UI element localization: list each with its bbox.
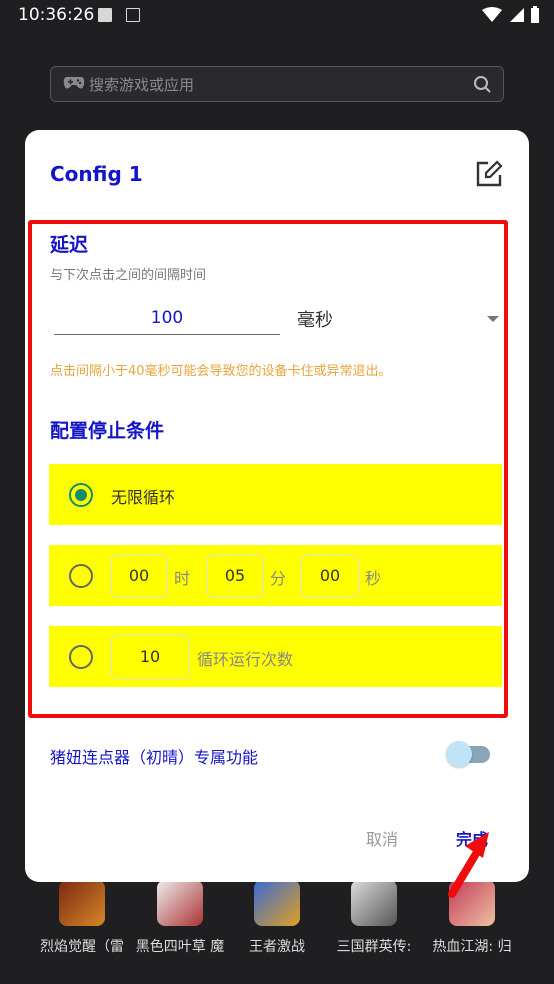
delay-warning: 点击间隔小于40毫秒可能会导致您的设备卡住或异常退出。 (50, 364, 392, 379)
status-icons (482, 6, 540, 24)
app-icon (59, 880, 105, 926)
delay-title: 延迟 (50, 234, 89, 256)
battery-icon (531, 6, 539, 23)
wifi-icon (482, 7, 502, 22)
signal-icon (510, 8, 524, 22)
hours-input[interactable]: 00 (110, 554, 168, 598)
option-infinite-loop[interactable]: 无限循环 (49, 464, 502, 525)
gamepad-icon (63, 77, 85, 89)
search-icon[interactable] (473, 75, 491, 93)
stop-condition-title: 配置停止条件 (50, 420, 165, 442)
dialog-title: Config 1 (50, 162, 143, 186)
option-timer[interactable]: 00 时 05 分 00 秒 (49, 545, 502, 606)
radio-timer[interactable] (69, 564, 93, 588)
status-bar: 10:36:26 (0, 0, 554, 32)
cancel-button[interactable]: 取消 (366, 826, 398, 850)
seconds-unit: 秒 (365, 569, 382, 588)
option-loop-count[interactable]: 10 循环运行次数 (49, 626, 502, 687)
search-bar[interactable]: 搜索游戏或应用 (50, 66, 504, 102)
status-time: 10:36:26 (18, 5, 95, 25)
edit-icon[interactable] (475, 160, 503, 188)
notification-icon (98, 8, 112, 22)
dropdown-arrow-icon[interactable] (487, 316, 499, 322)
delay-subtitle: 与下次点击之间的间隔时间 (50, 268, 207, 283)
config-dialog: Config 1 延迟 与下次点击之间的间隔时间 100 毫秒 点击间隔小于40… (25, 130, 529, 882)
seconds-input[interactable]: 00 (301, 554, 359, 598)
app-item[interactable]: 王者激战 (222, 880, 332, 956)
radio-count[interactable] (69, 645, 93, 669)
radio-infinite[interactable] (69, 483, 93, 507)
app-notification-icon (126, 8, 140, 22)
loop-count-input[interactable]: 10 (110, 635, 190, 679)
minutes-unit: 分 (270, 569, 287, 588)
app-name: 王者激战 (249, 939, 305, 955)
app-name: 三国群英传: (336, 939, 412, 955)
hours-unit: 时 (174, 569, 191, 588)
exclusive-feature-label: 猪妞连点器（初晴）专属功能 (50, 748, 259, 767)
minutes-input[interactable]: 05 (206, 554, 264, 598)
app-icon (351, 880, 397, 926)
delay-input[interactable]: 100 (54, 308, 280, 335)
app-item[interactable]: 烈焰觉醒（雷 (27, 880, 137, 956)
infinite-label: 无限循环 (111, 488, 176, 507)
app-icon (157, 880, 203, 926)
app-name: 热血江湖: 归 (432, 939, 512, 955)
app-name: 黑色四叶草 魔 (135, 939, 225, 955)
app-icon (254, 880, 300, 926)
loop-count-label: 循环运行次数 (197, 650, 294, 669)
delay-unit-select[interactable]: 毫秒 (297, 306, 333, 332)
app-item[interactable]: 三国群英传: (319, 880, 429, 956)
arrow-icon (448, 832, 489, 898)
app-name: 烈焰觉醒（雷 (40, 939, 124, 955)
search-placeholder: 搜索游戏或应用 (89, 76, 195, 94)
app-item[interactable]: 黑色四叶草 魔 (125, 880, 235, 956)
toggle-thumb[interactable] (446, 741, 472, 767)
